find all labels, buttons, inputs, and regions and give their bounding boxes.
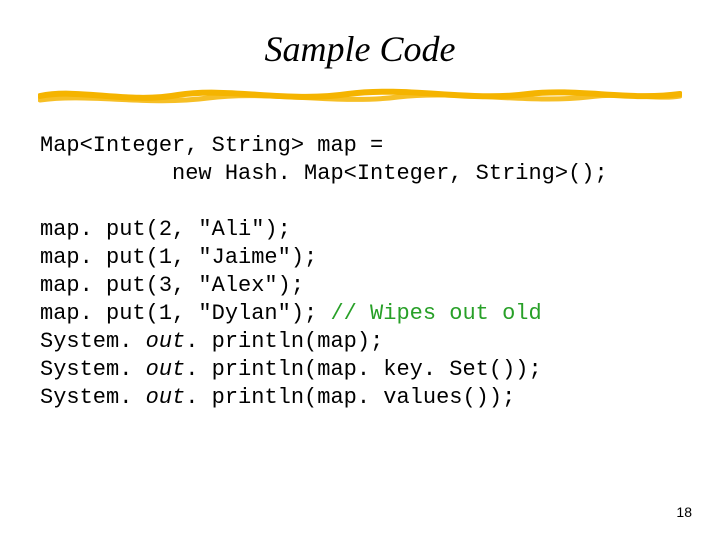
code-line-5: map. put(1, "Jaime"); bbox=[40, 245, 317, 270]
code-line-9a: System. bbox=[40, 357, 146, 382]
code-line-9c: . println(map. key. Set()); bbox=[185, 357, 541, 382]
title-underline bbox=[38, 86, 682, 106]
code-line-8c: . println(map); bbox=[185, 329, 383, 354]
code-line-10b: out bbox=[146, 385, 186, 410]
code-line-7: map. put(1, "Dylan"); bbox=[40, 301, 330, 326]
code-line-8a: System. bbox=[40, 329, 146, 354]
code-line-1: Map<Integer, String> map = bbox=[40, 133, 383, 158]
code-line-10c: . println(map. values()); bbox=[185, 385, 515, 410]
slide-title: Sample Code bbox=[0, 28, 720, 70]
code-line-8b: out bbox=[146, 329, 186, 354]
page-number: 18 bbox=[676, 504, 692, 520]
code-comment: // Wipes out old bbox=[330, 301, 541, 326]
code-line-9b: out bbox=[146, 357, 186, 382]
code-line-6: map. put(3, "Alex"); bbox=[40, 273, 304, 298]
code-line-2: new Hash. Map<Integer, String>(); bbox=[40, 161, 608, 186]
code-block: Map<Integer, String> map = new Hash. Map… bbox=[40, 132, 608, 412]
code-line-10a: System. bbox=[40, 385, 146, 410]
slide: Sample Code Map<Integer, String> map = n… bbox=[0, 0, 720, 540]
code-line-4: map. put(2, "Ali"); bbox=[40, 217, 291, 242]
